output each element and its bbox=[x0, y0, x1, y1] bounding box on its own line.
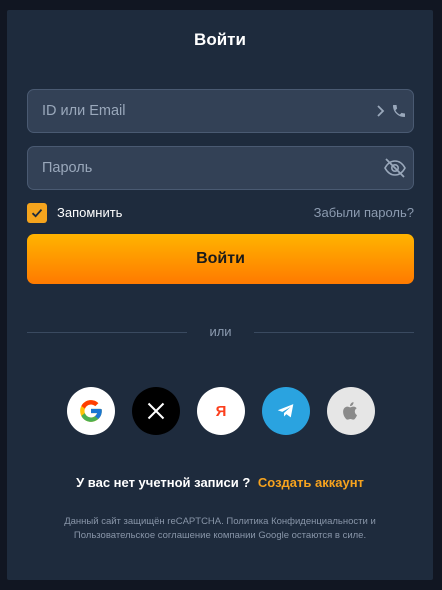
checkmark-icon bbox=[31, 209, 43, 218]
remember-checkbox[interactable] bbox=[27, 203, 47, 223]
login-panel: Войти Запомнить bbox=[7, 10, 433, 580]
telegram-icon bbox=[277, 404, 294, 418]
apple-icon bbox=[343, 402, 357, 420]
x-icon bbox=[147, 402, 165, 420]
id-email-input[interactable] bbox=[28, 90, 362, 132]
password-icons bbox=[383, 147, 407, 189]
x-login-button[interactable] bbox=[132, 387, 180, 435]
apple-login-button[interactable] bbox=[327, 387, 375, 435]
remember-label[interactable]: Запомнить bbox=[57, 205, 122, 220]
create-account-link[interactable]: Создать аккаунт bbox=[258, 475, 364, 490]
telegram-login-button[interactable] bbox=[262, 387, 310, 435]
divider-line-right bbox=[254, 332, 414, 333]
chevron-right-icon[interactable] bbox=[375, 104, 387, 118]
google-login-button[interactable] bbox=[67, 387, 115, 435]
forgot-password-link[interactable]: Забыли пароль? bbox=[314, 205, 414, 220]
recaptcha-legal-text: Данный сайт защищён reCAPTCHA. Политика … bbox=[64, 516, 376, 541]
login-button[interactable]: Войти bbox=[27, 234, 414, 284]
or-divider: или bbox=[27, 324, 414, 340]
remember-row: Запомнить Забыли пароль? bbox=[27, 203, 414, 223]
id-email-field[interactable] bbox=[27, 89, 414, 133]
social-login-buttons: Я bbox=[67, 387, 377, 435]
signup-question: У вас нет учетной записи ? bbox=[76, 475, 251, 490]
field-icons bbox=[375, 90, 407, 132]
yandex-login-button[interactable]: Я bbox=[197, 387, 245, 435]
password-input[interactable] bbox=[28, 147, 362, 189]
page-title: Войти bbox=[194, 30, 246, 49]
yandex-icon: Я bbox=[215, 402, 227, 420]
signup-row: У вас нет учетной записи ? Создать аккау… bbox=[7, 475, 433, 490]
phone-icon[interactable] bbox=[391, 103, 407, 119]
google-icon bbox=[80, 400, 102, 422]
eye-off-icon[interactable] bbox=[383, 156, 407, 180]
password-field[interactable] bbox=[27, 146, 414, 190]
